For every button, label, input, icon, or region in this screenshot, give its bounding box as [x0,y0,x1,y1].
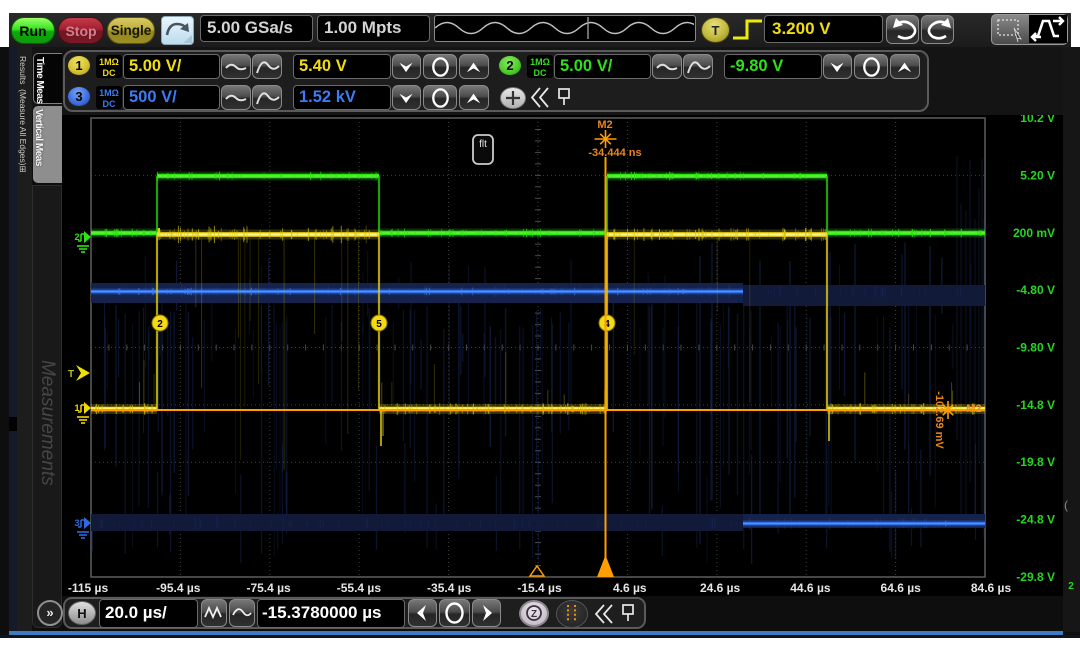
svg-text:84.6 µs: 84.6 µs [971,581,1012,595]
svg-text:-15.4 µs: -15.4 µs [517,581,562,595]
svg-text:24.6 µs: 24.6 µs [700,581,741,595]
svg-text:-115 µs: -115 µs [68,581,109,595]
svg-text:10.2 V: 10.2 V [1020,115,1055,125]
svg-text:64.6 µs: 64.6 µs [881,581,922,595]
svg-text:200 mV: 200 mV [1013,226,1055,240]
svg-text:-14.8 V: -14.8 V [1016,398,1055,412]
svg-text:-102.69 mV: -102.69 mV [933,391,945,449]
svg-text:(: ( [1064,498,1068,512]
svg-text:44.6 µs: 44.6 µs [790,581,831,595]
svg-text:5: 5 [376,319,382,330]
svg-text:-34.444 ns: -34.444 ns [588,147,641,159]
svg-text:-95.4 µs: -95.4 µs [156,581,201,595]
svg-text:4.6 µs: 4.6 µs [613,581,647,595]
svg-text:5.20 V: 5.20 V [1020,168,1055,182]
svg-text:-9.80 V: -9.80 V [1016,341,1055,355]
svg-text:-75.4 µs: -75.4 µs [246,581,291,595]
svg-text:2: 2 [1068,581,1074,592]
svg-text:M2: M2 [966,403,981,415]
svg-text:T: T [68,369,74,380]
svg-text:-24.8 V: -24.8 V [1016,513,1055,527]
svg-text:-19.8 V: -19.8 V [1016,455,1055,469]
svg-text:2: 2 [157,319,163,330]
svg-text:Z: Z [531,609,537,620]
svg-text:-35.4 µs: -35.4 µs [427,581,472,595]
svg-text:M2: M2 [597,119,612,131]
svg-text:-4.80 V: -4.80 V [1016,283,1055,297]
svg-text:-55.4 µs: -55.4 µs [337,581,382,595]
svg-text:flt: flt [479,139,487,150]
svg-text:-29.8 V: -29.8 V [1016,570,1055,584]
